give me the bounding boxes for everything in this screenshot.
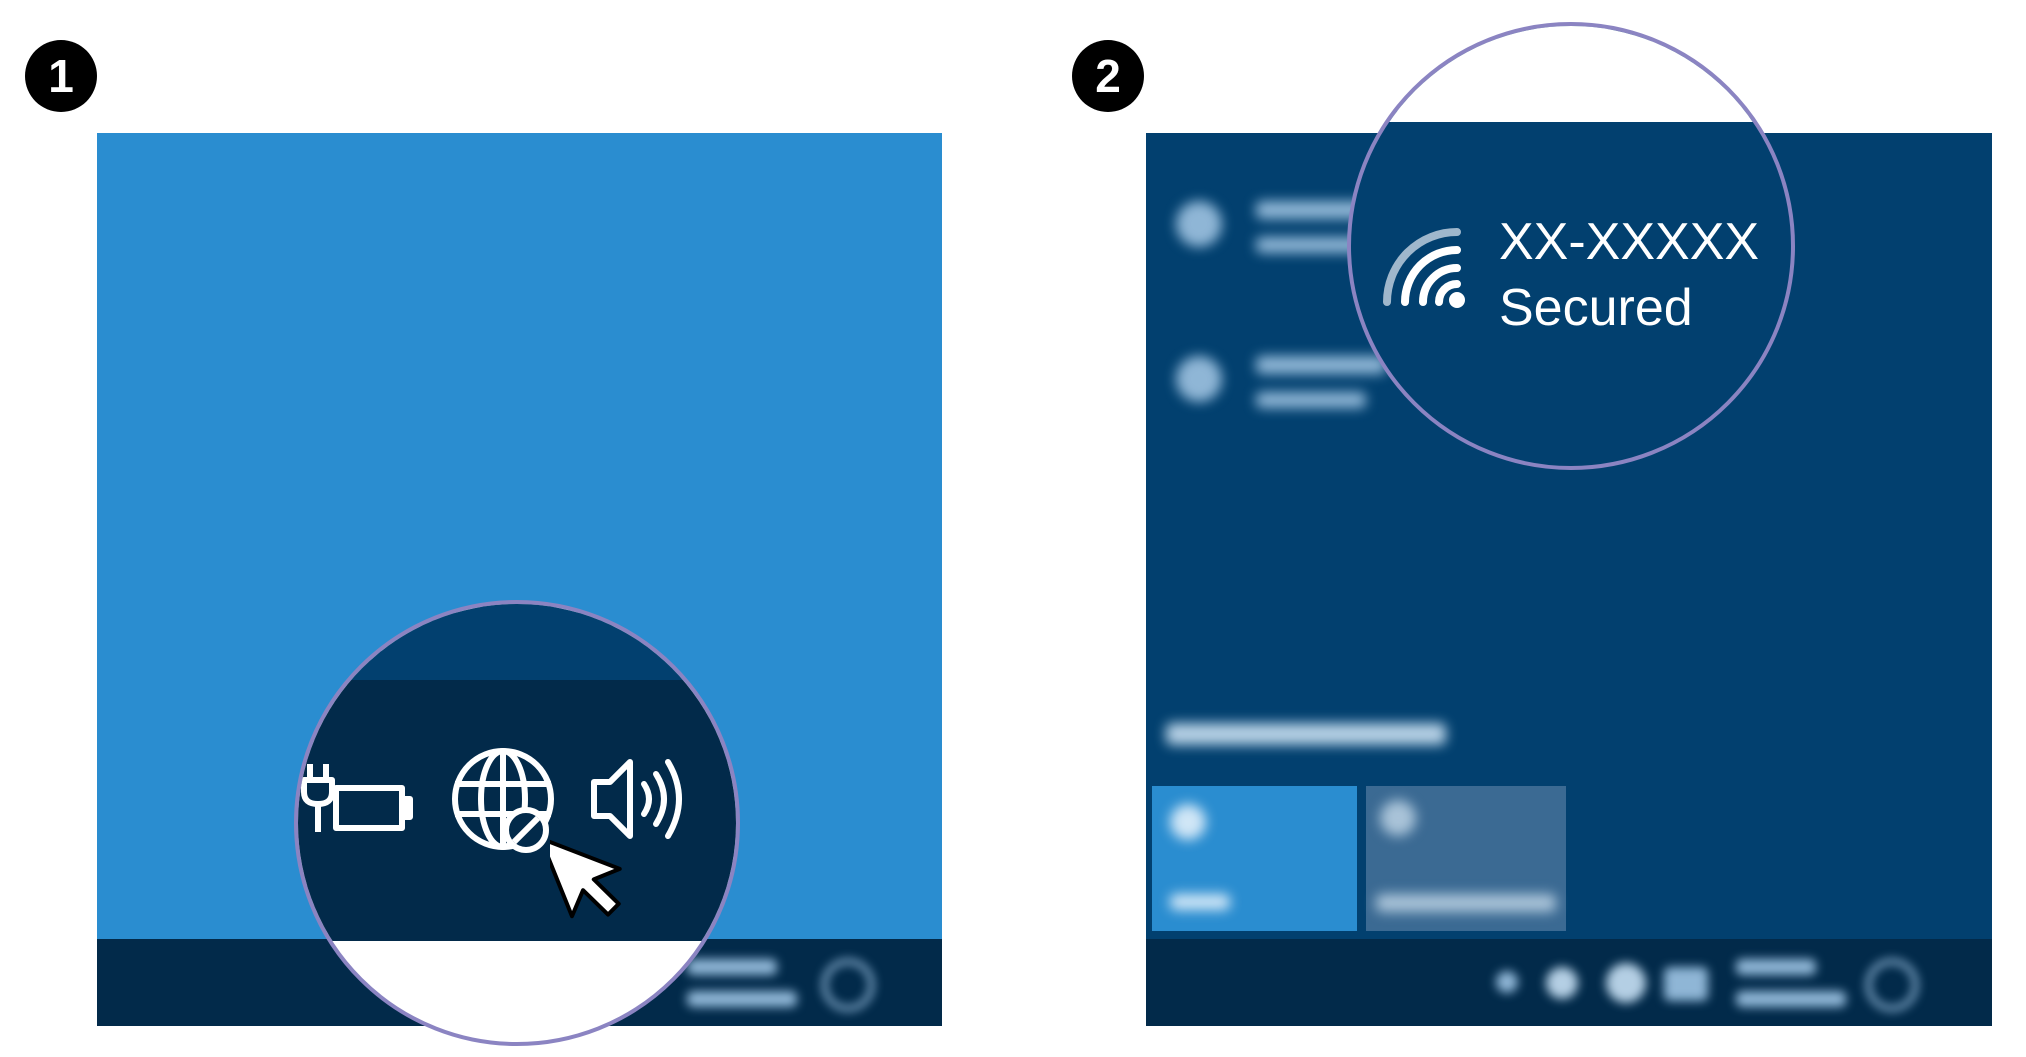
wifi-quick-tile[interactable] (1152, 786, 1357, 931)
notification-icon-blurred (822, 959, 874, 1011)
network-name: XX-XXXXX (1499, 213, 1760, 271)
network-magnifier: XX-XXXXX Secured (1347, 22, 1795, 470)
clock-date-blurred (1736, 991, 1846, 1007)
notification-icon-blurred (1866, 959, 1918, 1011)
tray-magnifier (294, 600, 740, 1046)
network-icon-blurred (1176, 356, 1222, 402)
network-settings-link-blurred[interactable] (1166, 713, 1456, 753)
step-1-badge: 1 (25, 40, 97, 112)
tray-icon-blurred (1664, 967, 1708, 1001)
step-2-badge: 2 (1072, 40, 1144, 112)
battery-charging-icon[interactable] (298, 754, 438, 844)
clock-time-blurred (687, 959, 777, 975)
network-status-blurred (1256, 392, 1366, 408)
magnified-desktop-edge (298, 604, 736, 680)
magnified-panel-edge (1351, 26, 1791, 122)
taskbar-tray-blurred (657, 949, 937, 1019)
wifi-tile-label-blurred (1170, 894, 1230, 910)
taskbar (1146, 939, 1992, 1026)
wifi-tile-icon-blurred (1170, 804, 1206, 840)
settings-link-text-blurred (1166, 723, 1446, 745)
airplane-mode-quick-tile[interactable] (1366, 786, 1566, 931)
step-1-number: 1 (48, 50, 74, 102)
airplane-tile-content-blurred (1366, 786, 1566, 931)
clock-date-blurred (687, 991, 797, 1007)
network-status: Secured (1499, 279, 1693, 337)
airplane-tile-label-blurred (1376, 894, 1556, 912)
airplane-tile-icon-blurred (1380, 800, 1416, 836)
network-icon-blurred (1176, 201, 1222, 247)
clock-time-blurred (1736, 959, 1816, 975)
wifi-tile-content-blurred (1152, 786, 1357, 931)
tray-icon-blurred (1546, 967, 1578, 999)
wifi-icon (1383, 228, 1465, 308)
tray-icon-blurred (1496, 971, 1518, 993)
tray-icon-blurred (1606, 963, 1646, 1003)
step-2-number: 2 (1095, 50, 1121, 102)
network-name-blurred (1256, 356, 1386, 374)
taskbar-tray-blurred (1496, 949, 1976, 1019)
mouse-cursor-icon (550, 836, 622, 919)
